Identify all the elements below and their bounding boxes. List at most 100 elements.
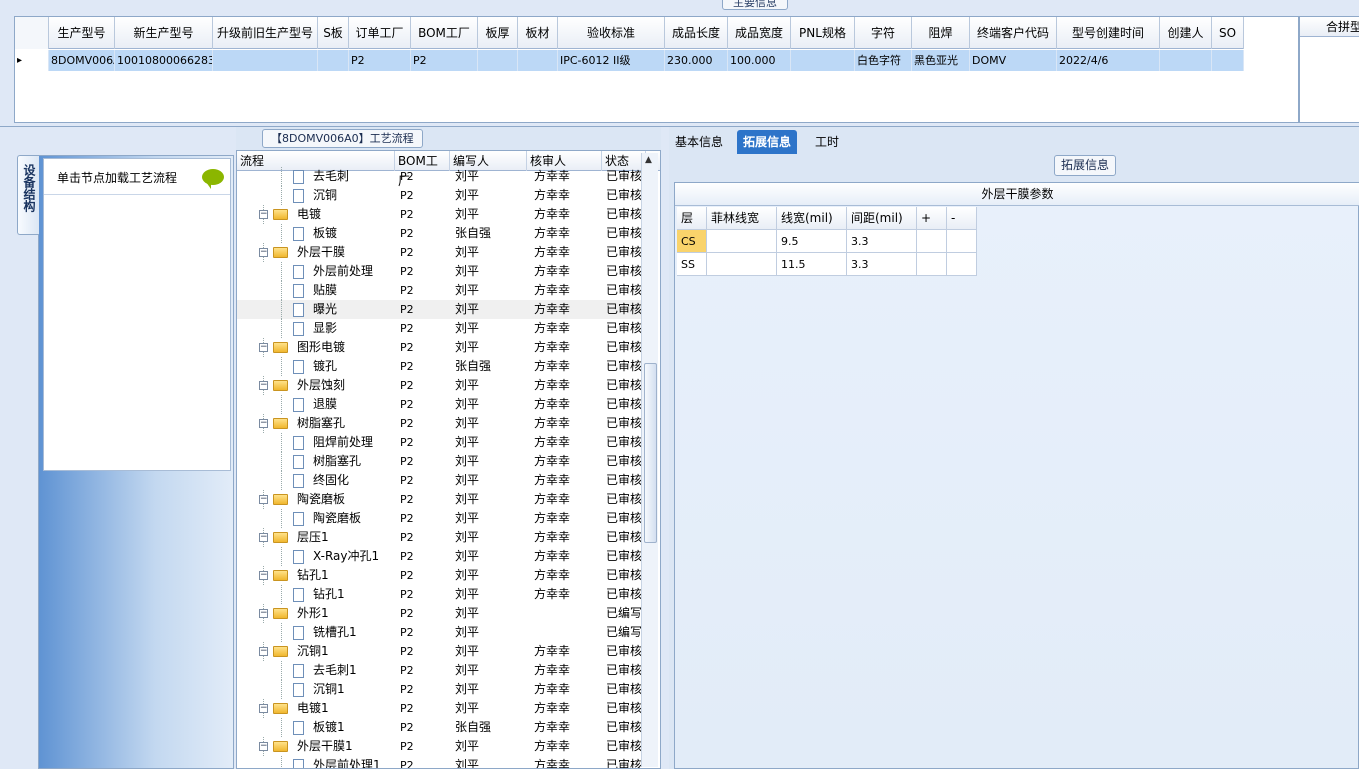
tree-node[interactable]: 显影 xyxy=(237,319,396,338)
tree-node[interactable]: 外层前处理1 xyxy=(237,756,396,768)
tree-node[interactable]: 沉铜 xyxy=(237,186,396,205)
remove-column-button[interactable]: - xyxy=(947,207,977,230)
column-header[interactable]: 订单工厂 xyxy=(349,17,411,49)
tab-basic-info[interactable]: 基本信息 xyxy=(669,130,729,154)
tree-node[interactable]: − 层压1 xyxy=(237,528,396,547)
tree-node[interactable]: − 图形电镀 xyxy=(237,338,396,357)
list-item[interactable]: 去毛刺 P2 刘平 方幸幸 已审核 xyxy=(237,167,647,186)
column-header[interactable]: BOM工厂 xyxy=(411,17,478,49)
table-cell[interactable]: 10010800066283 xyxy=(115,50,213,71)
table-cell[interactable] xyxy=(917,253,947,276)
tree-node[interactable]: 阻焊前处理 xyxy=(237,433,396,452)
tree-node[interactable]: 外层前处理 xyxy=(237,262,396,281)
table-cell[interactable]: 3.3 xyxy=(847,253,917,276)
table-cell[interactable]: P2 xyxy=(411,50,478,71)
table-cell[interactable] xyxy=(947,253,977,276)
table-cell[interactable] xyxy=(1212,50,1244,71)
tree-node[interactable]: 贴膜 xyxy=(237,281,396,300)
tab-work-hours[interactable]: 工时 xyxy=(809,130,845,154)
list-item[interactable]: 终固化 P2 刘平 方幸幸 已审核 xyxy=(237,471,647,490)
tree-node[interactable]: 铣槽孔1 xyxy=(237,623,396,642)
table-cell[interactable] xyxy=(707,230,777,253)
column-header[interactable]: PNL规格 xyxy=(791,17,855,49)
collapse-icon[interactable]: − xyxy=(259,343,268,352)
collapse-icon[interactable]: − xyxy=(259,571,268,580)
grid-corner[interactable] xyxy=(15,17,49,49)
table-cell[interactable]: CS xyxy=(677,230,707,253)
list-item[interactable]: 镀孔 P2 张自强 方幸幸 已审核 xyxy=(237,357,647,376)
tree-node[interactable]: − 电镀1 xyxy=(237,699,396,718)
table-cell[interactable]: IPC-6012 II级 xyxy=(558,50,665,71)
list-item[interactable]: 外层前处理 P2 刘平 方幸幸 已审核 xyxy=(237,262,647,281)
tree-node[interactable]: 钻孔1 xyxy=(237,585,396,604)
list-item[interactable]: − 沉铜1 P2 刘平 方幸幸 已审核 xyxy=(237,642,647,661)
table-cell[interactable]: 黑色亚光 xyxy=(912,50,970,71)
column-header[interactable]: 字符 xyxy=(855,17,912,49)
collapse-icon[interactable]: − xyxy=(259,704,268,713)
tree-node[interactable]: 板镀1 xyxy=(237,718,396,737)
list-item[interactable]: − 外层干膜1 P2 刘平 方幸幸 已审核 xyxy=(237,737,647,756)
list-item[interactable]: − 钻孔1 P2 刘平 方幸幸 已审核 xyxy=(237,566,647,585)
table-cell[interactable]: 2022/4/6 xyxy=(1057,50,1160,71)
list-item[interactable]: 贴膜 P2 刘平 方幸幸 已审核 xyxy=(237,281,647,300)
collapse-icon[interactable]: − xyxy=(259,533,268,542)
tree-node[interactable]: − 电镀 xyxy=(237,205,396,224)
column-header[interactable]: 成品长度 xyxy=(665,17,728,49)
table-cell[interactable]: 白色字符 xyxy=(855,50,912,71)
column-header[interactable]: 新生产型号 xyxy=(115,17,213,49)
table-row[interactable]: CS 9.5 3.3 xyxy=(677,230,977,253)
tree-scrollbar[interactable]: ▲ xyxy=(641,153,658,767)
collapse-icon[interactable]: − xyxy=(259,419,268,428)
table-cell[interactable] xyxy=(213,50,318,71)
collapse-icon[interactable]: − xyxy=(259,742,268,751)
tree-node[interactable]: − 外层蚀刻 xyxy=(237,376,396,395)
scrollbar-thumb[interactable] xyxy=(644,363,657,543)
tree-node[interactable]: − 陶瓷磨板 xyxy=(237,490,396,509)
list-item[interactable]: 陶瓷磨板 P2 刘平 方幸幸 已审核 xyxy=(237,509,647,528)
tree-node[interactable]: − 外层干膜 xyxy=(237,243,396,262)
table-cell[interactable] xyxy=(707,253,777,276)
load-process-header[interactable]: 单击节点加载工艺流程 xyxy=(44,159,230,195)
table-cell[interactable]: 11.5 xyxy=(777,253,847,276)
table-cell[interactable]: 100.000 xyxy=(728,50,791,71)
list-item[interactable]: 沉铜 P2 刘平 方幸幸 已审核 xyxy=(237,186,647,205)
table-cell[interactable] xyxy=(518,50,558,71)
collapse-icon[interactable]: − xyxy=(259,248,268,257)
column-header[interactable]: 升级前旧生产型号 xyxy=(213,17,318,49)
collapse-icon[interactable]: − xyxy=(259,609,268,618)
table-cell[interactable] xyxy=(917,230,947,253)
list-item[interactable]: 曝光 P2 刘平 方幸幸 已审核 xyxy=(237,300,647,319)
add-column-button[interactable]: + xyxy=(917,207,947,230)
list-item[interactable]: 阻焊前处理 P2 刘平 方幸幸 已审核 xyxy=(237,433,647,452)
list-item[interactable]: 显影 P2 刘平 方幸幸 已审核 xyxy=(237,319,647,338)
table-cell[interactable]: 9.5 xyxy=(777,230,847,253)
tree-node[interactable]: − 钻孔1 xyxy=(237,566,396,585)
column-header[interactable]: 阻焊 xyxy=(912,17,970,49)
table-cell[interactable] xyxy=(478,50,518,71)
list-item[interactable]: − 外形1 P2 刘平 已编写 xyxy=(237,604,647,623)
list-item[interactable]: − 电镀 P2 刘平 方幸幸 已审核 xyxy=(237,205,647,224)
tree-node[interactable]: 去毛刺1 xyxy=(237,661,396,680)
list-item[interactable]: 板镀1 P2 张自强 方幸幸 已审核 xyxy=(237,718,647,737)
list-item[interactable]: 退膜 P2 刘平 方幸幸 已审核 xyxy=(237,395,647,414)
list-item[interactable]: − 外层干膜 P2 刘平 方幸幸 已审核 xyxy=(237,243,647,262)
list-item[interactable]: 外层前处理1 P2 刘平 方幸幸 已审核 xyxy=(237,756,647,768)
table-cell[interactable] xyxy=(1160,50,1212,71)
collapse-icon[interactable]: − xyxy=(259,647,268,656)
tree-node[interactable]: 沉铜1 xyxy=(237,680,396,699)
column-header[interactable]: SO xyxy=(1212,17,1244,49)
column-header[interactable]: 创建人 xyxy=(1160,17,1212,49)
column-header[interactable]: 终端客户代码 xyxy=(970,17,1057,49)
tree-node[interactable]: − 沉铜1 xyxy=(237,642,396,661)
tree-node[interactable]: 曝光 xyxy=(237,300,396,319)
collapse-icon[interactable]: − xyxy=(259,210,268,219)
list-item[interactable]: 钻孔1 P2 刘平 方幸幸 已审核 xyxy=(237,585,647,604)
list-item[interactable]: 铣槽孔1 P2 刘平 已编写 xyxy=(237,623,647,642)
scroll-up-icon[interactable]: ▲ xyxy=(645,155,652,165)
tree-node[interactable]: 终固化 xyxy=(237,471,396,490)
column-header[interactable]: S板 xyxy=(318,17,349,49)
column-header[interactable]: 型号创建时间 xyxy=(1057,17,1160,49)
column-header[interactable]: 验收标准 xyxy=(558,17,665,49)
list-item[interactable]: 沉铜1 P2 刘平 方幸幸 已审核 xyxy=(237,680,647,699)
list-item[interactable]: − 电镀1 P2 刘平 方幸幸 已审核 xyxy=(237,699,647,718)
